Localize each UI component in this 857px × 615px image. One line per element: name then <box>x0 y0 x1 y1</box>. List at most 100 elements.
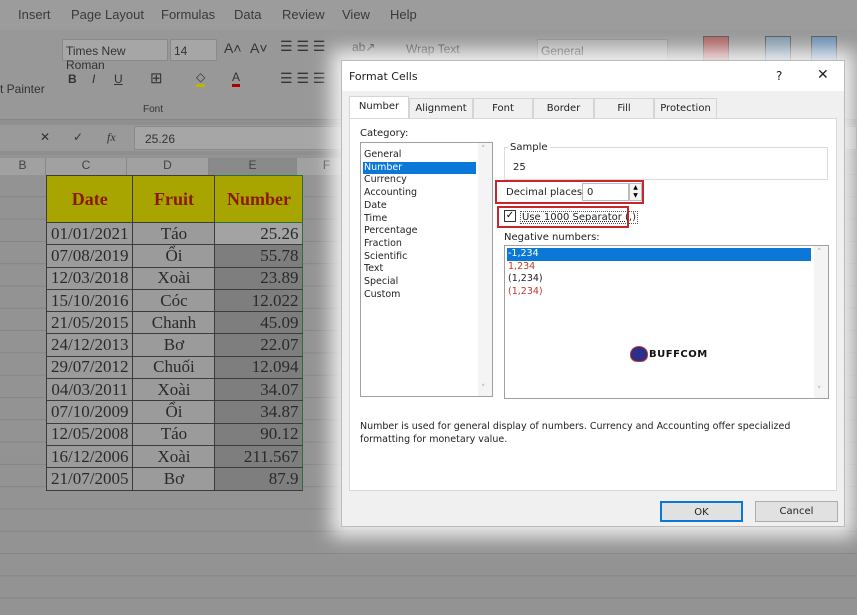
cell-number[interactable]: 34.87 <box>214 400 304 424</box>
tab-border[interactable]: Border <box>533 98 594 118</box>
category-list[interactable]: General Number Currency Accounting Date Time P… <box>360 142 493 397</box>
help-button[interactable]: ? <box>776 69 782 83</box>
font-name-select[interactable]: Times New Roman <box>62 39 168 72</box>
cell-date[interactable]: 01/01/2021 <box>45 221 134 246</box>
cell-date[interactable]: 12/05/2008 <box>45 422 134 446</box>
negative-option[interactable]: (1,234) <box>507 286 811 299</box>
negative-numbers-list[interactable]: -1,234 1,234 (1,234) (1,234) ˄ ˅ BUFFCOM <box>504 245 829 399</box>
ok-button[interactable]: OK <box>660 501 743 522</box>
function-icon[interactable]: fx <box>107 130 116 145</box>
underline-button[interactable]: U <box>114 72 123 86</box>
cell-date[interactable]: 16/12/2006 <box>45 444 134 469</box>
cell-fruit[interactable]: Chuối <box>132 355 216 380</box>
tab-number[interactable]: Number <box>349 96 409 119</box>
category-item-general[interactable]: General <box>363 149 476 162</box>
cell-number[interactable]: 34.07 <box>214 378 304 402</box>
category-scrollbar[interactable]: ˄ ˅ <box>478 143 492 396</box>
separator-checkbox[interactable]: ✓ <box>504 210 516 222</box>
menu-insert[interactable]: Insert <box>18 7 51 22</box>
borders-icon[interactable]: ⊞ <box>150 69 163 87</box>
decrease-font-icon[interactable]: A˅ <box>250 40 268 56</box>
font-size-select[interactable]: 14 <box>170 39 217 61</box>
cell-number[interactable]: 211.567 <box>214 444 304 469</box>
header-date[interactable]: Date <box>45 175 134 223</box>
tab-fill[interactable]: Fill <box>594 98 654 118</box>
header-fruit[interactable]: Fruit <box>132 175 216 223</box>
menu-view[interactable]: View <box>342 7 370 22</box>
scroll-down-icon[interactable]: ˅ <box>481 384 486 394</box>
cell-fruit[interactable]: Xoài <box>132 444 216 469</box>
negative-scrollbar[interactable]: ˄ ˅ <box>814 246 828 398</box>
cell-number[interactable]: 25.26 <box>214 221 304 246</box>
wrap-text-button[interactable]: Wrap Text <box>406 42 460 56</box>
category-item-number[interactable]: Number <box>363 161 476 175</box>
cell-fruit[interactable]: Cóc <box>132 288 216 313</box>
fill-color-icon[interactable]: ◇ <box>196 70 206 87</box>
scroll-down-icon[interactable]: ˅ <box>817 386 822 396</box>
cell-styles-icon[interactable] <box>811 36 837 62</box>
number-format-select[interactable]: General <box>537 39 668 61</box>
header-number[interactable]: Number <box>214 175 304 223</box>
align-top-icon[interactable]: ☰ ☰ ☰ <box>280 38 325 55</box>
cancel-button[interactable]: Cancel <box>755 501 838 522</box>
category-item-fraction[interactable]: Fraction <box>363 238 476 251</box>
cell-number[interactable]: 12.094 <box>214 355 304 380</box>
negative-option[interactable]: 1,234 <box>507 261 811 274</box>
italic-button[interactable]: I <box>92 72 95 86</box>
cell-fruit[interactable]: Chanh <box>132 311 216 335</box>
column-header-c[interactable]: C <box>46 158 127 175</box>
category-item-currency[interactable]: Currency <box>363 174 476 187</box>
cell-fruit[interactable]: Táo <box>132 422 216 446</box>
cell-date[interactable]: 04/03/2011 <box>45 378 134 402</box>
cell-date[interactable]: 15/10/2016 <box>45 288 134 313</box>
increase-font-icon[interactable]: A˄ <box>224 40 242 56</box>
cell-date[interactable]: 21/05/2015 <box>45 311 134 335</box>
orientation-icon[interactable]: ab↗ <box>352 40 375 54</box>
negative-option[interactable]: (1,234) <box>507 273 811 286</box>
cell-date[interactable]: 21/07/2005 <box>45 467 134 491</box>
menu-formulas[interactable]: Formulas <box>161 7 215 22</box>
menu-data[interactable]: Data <box>234 7 261 22</box>
category-item-custom[interactable]: Custom <box>363 289 476 302</box>
cell-date[interactable]: 12/03/2018 <box>45 266 134 290</box>
cell-fruit[interactable]: Táo <box>132 221 216 246</box>
cancel-icon[interactable]: ✕ <box>40 130 50 144</box>
decimal-spinner[interactable]: ▲ ▼ <box>629 183 642 201</box>
cell-fruit[interactable]: Ổi <box>132 400 216 424</box>
category-item-time[interactable]: Time <box>363 213 476 226</box>
category-item-special[interactable]: Special <box>363 276 476 289</box>
cell-number[interactable]: 90.12 <box>214 422 304 446</box>
scroll-up-icon[interactable]: ˄ <box>481 145 486 155</box>
menu-help[interactable]: Help <box>390 7 417 22</box>
cell-fruit[interactable]: Ổi <box>132 244 216 268</box>
category-item-accounting[interactable]: Accounting <box>363 187 476 200</box>
format-as-table-icon[interactable] <box>765 36 791 62</box>
cell-date[interactable]: 24/12/2013 <box>45 333 134 357</box>
column-header-b[interactable]: B <box>0 158 46 175</box>
menu-review[interactable]: Review <box>282 7 325 22</box>
negative-option[interactable]: -1,234 <box>507 248 811 261</box>
cell-number[interactable]: 55.78 <box>214 244 304 268</box>
align-left-icon[interactable]: ☰ ☰ ☰ <box>280 70 325 87</box>
tab-protection[interactable]: Protection <box>654 98 717 118</box>
column-header-d[interactable]: D <box>127 158 209 175</box>
conditional-formatting-icon[interactable] <box>703 36 729 62</box>
cell-fruit[interactable]: Xoài <box>132 266 216 290</box>
format-painter[interactable]: t Painter <box>0 82 45 96</box>
decimal-places-input[interactable]: 0 <box>582 183 629 201</box>
tab-alignment[interactable]: Alignment <box>409 98 473 118</box>
cell-fruit[interactable]: Xoài <box>132 378 216 402</box>
category-item-percentage[interactable]: Percentage <box>363 225 476 238</box>
cell-date[interactable]: 29/07/2012 <box>45 355 134 380</box>
cell-number[interactable]: 45.09 <box>214 311 304 335</box>
cell-fruit[interactable]: Bơ <box>132 467 216 491</box>
font-color-icon[interactable]: A <box>232 70 241 87</box>
cell-date[interactable]: 07/10/2009 <box>45 400 134 424</box>
cell-date[interactable]: 07/08/2019 <box>45 244 134 268</box>
cell-number[interactable]: 22.07 <box>214 333 304 357</box>
column-header-e[interactable]: E <box>209 158 297 175</box>
cell-number[interactable]: 23.89 <box>214 266 304 290</box>
tab-font[interactable]: Font <box>473 98 533 118</box>
category-item-text[interactable]: Text <box>363 263 476 276</box>
bold-button[interactable]: B <box>68 72 77 86</box>
